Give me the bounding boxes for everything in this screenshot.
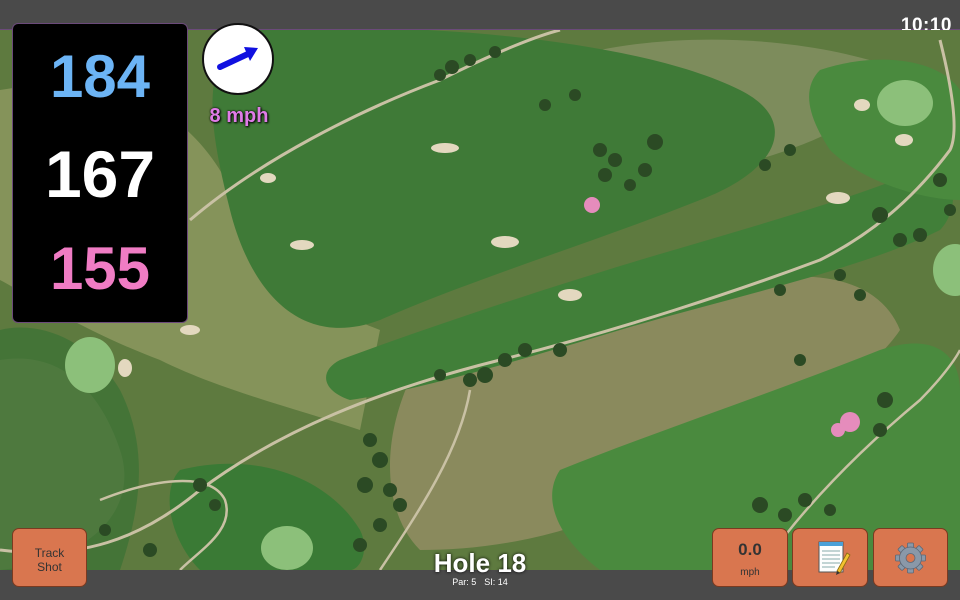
middle-yardage: 167	[44, 137, 156, 211]
notepad-icon	[818, 541, 851, 575]
track-shot-label-line1: Track	[34, 546, 65, 560]
settings-button[interactable]	[873, 528, 948, 587]
wind-indicator	[202, 23, 274, 95]
gear-icon	[895, 542, 926, 574]
hole-stroke-index: SI: 14	[484, 577, 508, 587]
speed-button[interactable]: 0.0 mph	[712, 528, 788, 587]
wind-speed: 8 mph	[209, 105, 269, 127]
notes-button[interactable]	[792, 528, 868, 587]
speed-value: 0.0	[738, 540, 762, 559]
track-shot-label-line2: Shot	[37, 560, 62, 574]
hole-par: Par: 5	[452, 577, 477, 587]
arrow-icon	[217, 47, 258, 70]
speed-unit: mph	[740, 567, 760, 578]
back-yardage: 184	[49, 43, 151, 110]
yardage-panel: 184 167 155	[12, 23, 188, 323]
hole-info: Par: 5 SI: 14	[380, 577, 580, 587]
track-shot-button[interactable]: Track Shot	[12, 528, 87, 587]
front-yardage: 155	[49, 235, 151, 302]
hole-title: Hole 18	[433, 548, 527, 578]
